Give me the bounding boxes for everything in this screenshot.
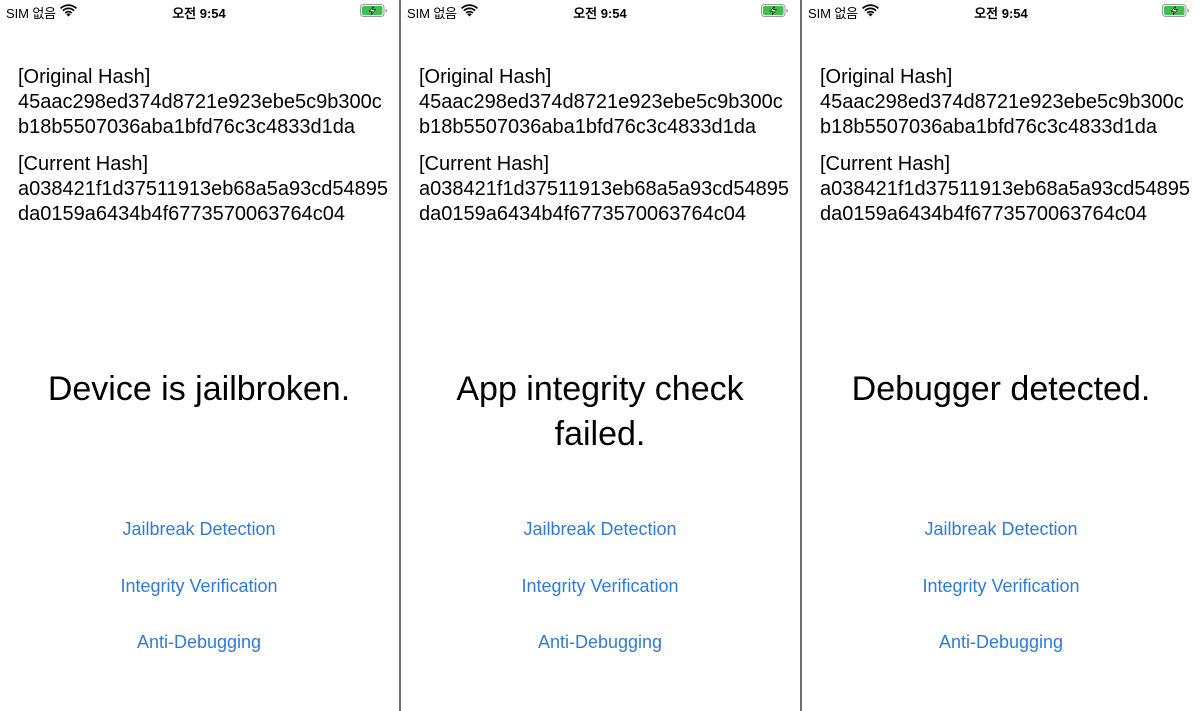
clock: 오전 9:54: [573, 6, 627, 21]
anti-debugging-button[interactable]: Anti-Debugging: [802, 632, 1200, 653]
clock: 오전 9:54: [974, 6, 1028, 21]
result-message: Debugger detected.: [851, 370, 1151, 408]
battery-charging-icon: [360, 4, 387, 17]
phone-screen-debugger: SIM 없음 오전 9:54 [Original Hash] 45aac298e…: [802, 0, 1200, 711]
jailbreak-detection-button[interactable]: Jailbreak Detection: [0, 519, 398, 540]
battery-charging-icon: [761, 4, 788, 17]
phone-screen-integrity: SIM 없음 오전 9:54 [Original Hash] 45aac298e…: [401, 0, 799, 711]
current-hash-value: a038421f1d37511913eb68a5a93cd54895da0159…: [419, 178, 790, 225]
status-bar: SIM 없음 오전 9:54: [0, 0, 398, 22]
original-hash-value: 45aac298ed374d8721e923ebe5c9b300cb18b550…: [820, 91, 1184, 138]
anti-debugging-button[interactable]: Anti-Debugging: [401, 632, 799, 653]
current-hash-label: [Current Hash]: [820, 153, 951, 175]
original-hash-group: [Original Hash] 45aac298ed374d8721e923eb…: [18, 65, 390, 140]
screenshot-collage: SIM 없음 오전 9:54 [Original Hash] 45aac298e…: [0, 0, 1200, 711]
original-hash-label: [Original Hash]: [419, 66, 552, 88]
battery-charging-icon: [1162, 4, 1189, 17]
status-bar: SIM 없음 오전 9:54: [401, 0, 799, 22]
hash-info: [Original Hash] 45aac298ed374d8721e923eb…: [18, 65, 390, 239]
current-hash-label: [Current Hash]: [18, 153, 149, 175]
hash-info: [Original Hash] 45aac298ed374d8721e923eb…: [820, 65, 1192, 239]
result-message: Device is jailbroken.: [47, 370, 351, 408]
current-hash-value: a038421f1d37511913eb68a5a93cd54895da0159…: [820, 178, 1191, 225]
anti-debugging-button[interactable]: Anti-Debugging: [0, 632, 398, 653]
current-hash-group: [Current Hash] a038421f1d37511913eb68a5a…: [419, 152, 791, 227]
original-hash-group: [Original Hash] 45aac298ed374d8721e923eb…: [419, 65, 791, 140]
current-hash-group: [Current Hash] a038421f1d37511913eb68a5a…: [18, 152, 390, 227]
result-message: App integrity check failed.: [456, 370, 744, 453]
current-hash-group: [Current Hash] a038421f1d37511913eb68a5a…: [820, 152, 1192, 227]
hash-info: [Original Hash] 45aac298ed374d8721e923eb…: [419, 65, 791, 239]
original-hash-value: 45aac298ed374d8721e923ebe5c9b300cb18b550…: [18, 91, 382, 138]
original-hash-value: 45aac298ed374d8721e923ebe5c9b300cb18b550…: [419, 91, 783, 138]
original-hash-label: [Original Hash]: [820, 66, 953, 88]
jailbreak-detection-button[interactable]: Jailbreak Detection: [802, 519, 1200, 540]
current-hash-label: [Current Hash]: [419, 153, 550, 175]
original-hash-label: [Original Hash]: [18, 66, 151, 88]
jailbreak-detection-button[interactable]: Jailbreak Detection: [401, 519, 799, 540]
integrity-verification-button[interactable]: Integrity Verification: [802, 576, 1200, 597]
current-hash-value: a038421f1d37511913eb68a5a93cd54895da0159…: [18, 178, 389, 225]
integrity-verification-button[interactable]: Integrity Verification: [0, 576, 398, 597]
original-hash-group: [Original Hash] 45aac298ed374d8721e923eb…: [820, 65, 1192, 140]
integrity-verification-button[interactable]: Integrity Verification: [401, 576, 799, 597]
status-bar: SIM 없음 오전 9:54: [802, 0, 1200, 22]
clock: 오전 9:54: [172, 6, 226, 21]
phone-screen-jailbreak: SIM 없음 오전 9:54 [Original Hash] 45aac298e…: [0, 0, 398, 711]
